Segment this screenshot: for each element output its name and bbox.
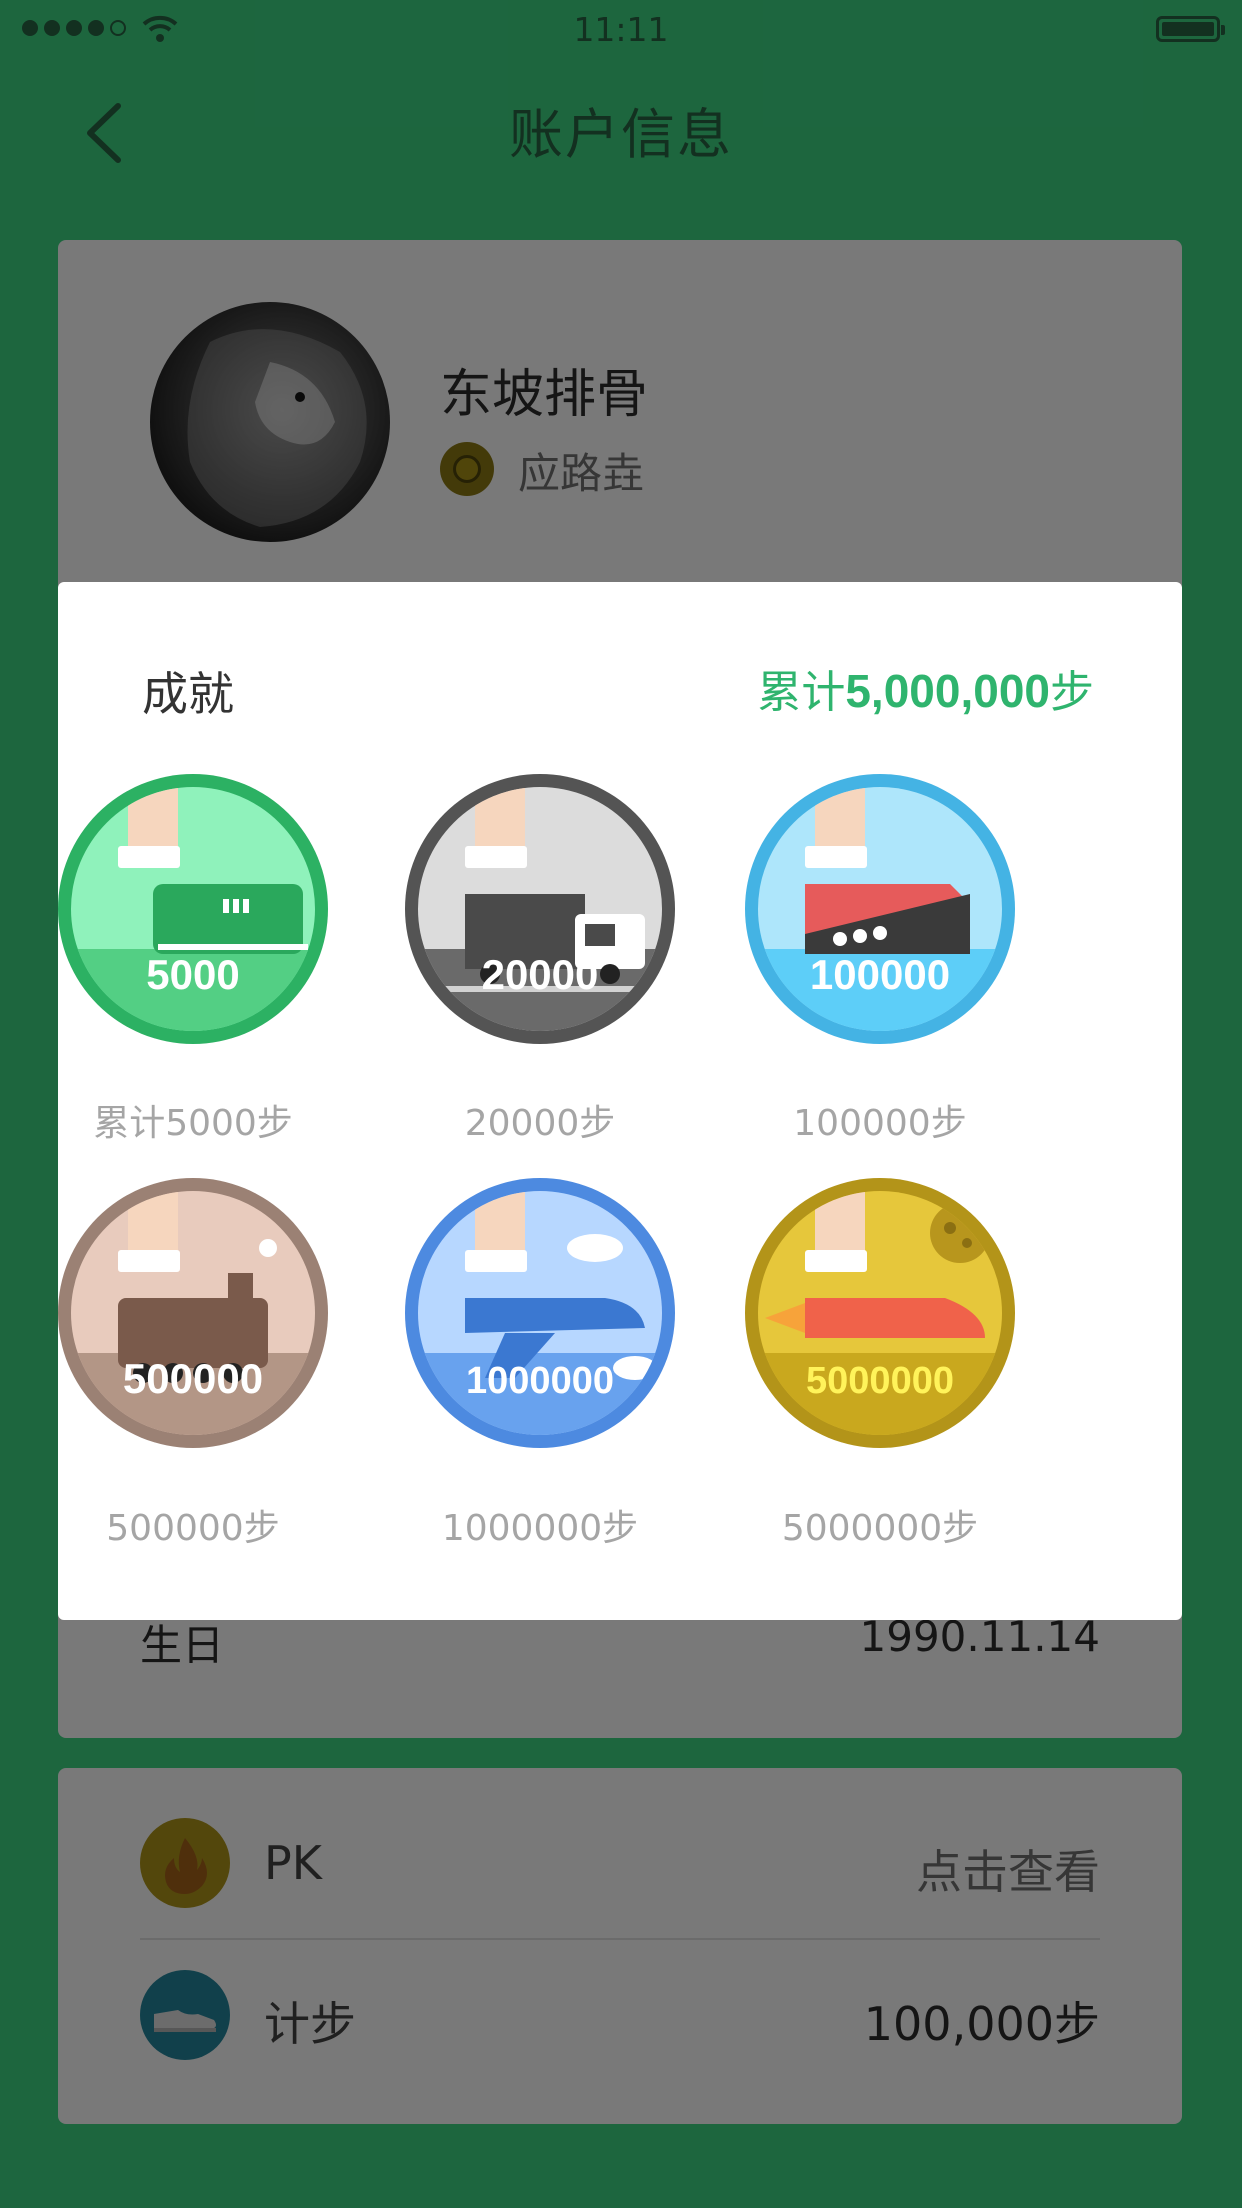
achievement-badge[interactable]: 100000 xyxy=(745,774,1015,1044)
total-suffix: 步 xyxy=(1050,667,1094,718)
total-value: 5,000,000 xyxy=(845,665,1050,717)
achievement-badge[interactable]: 1000000 xyxy=(405,1178,675,1448)
achievements-title: 成就 xyxy=(142,667,234,721)
badge-number: 5000000 xyxy=(806,1360,954,1402)
rocket-icon: 5000000 xyxy=(745,1178,1015,1448)
achievement-badge[interactable]: 5000000 xyxy=(745,1178,1015,1448)
achievement-badge[interactable]: 5000 xyxy=(58,774,328,1044)
badge-caption: 500000步 xyxy=(106,1508,280,1549)
badge-number: 100000 xyxy=(810,951,950,998)
badge-number: 500000 xyxy=(123,1355,263,1402)
achievement-badge[interactable]: 500000 xyxy=(58,1178,328,1448)
achievement-badge[interactable]: 20000 xyxy=(405,774,675,1044)
badge-caption: 5000000步 xyxy=(781,1508,979,1549)
achievements-modal: 成就 累计5,000,000步 5000 累计5000步 20000 20000步 10… xyxy=(58,582,1182,1620)
ship-icon: 100000 xyxy=(745,774,1015,1044)
badge-caption: 1000000步 xyxy=(441,1508,639,1549)
badge-number: 20000 xyxy=(482,951,599,998)
badge-caption: 累计5000步 xyxy=(93,1103,293,1144)
badge-number: 1000000 xyxy=(466,1360,614,1402)
badge-number: 5000 xyxy=(146,951,239,998)
plane-icon: 1000000 xyxy=(405,1178,675,1448)
train-icon: 500000 xyxy=(58,1178,328,1448)
car-icon: 5000 xyxy=(58,774,328,1044)
badge-caption: 20000步 xyxy=(464,1103,616,1144)
truck-icon: 20000 xyxy=(405,774,675,1044)
achievements-total: 累计5,000,000步 xyxy=(757,656,1094,720)
total-prefix: 累计 xyxy=(757,667,846,718)
badge-caption: 100000步 xyxy=(793,1103,967,1144)
